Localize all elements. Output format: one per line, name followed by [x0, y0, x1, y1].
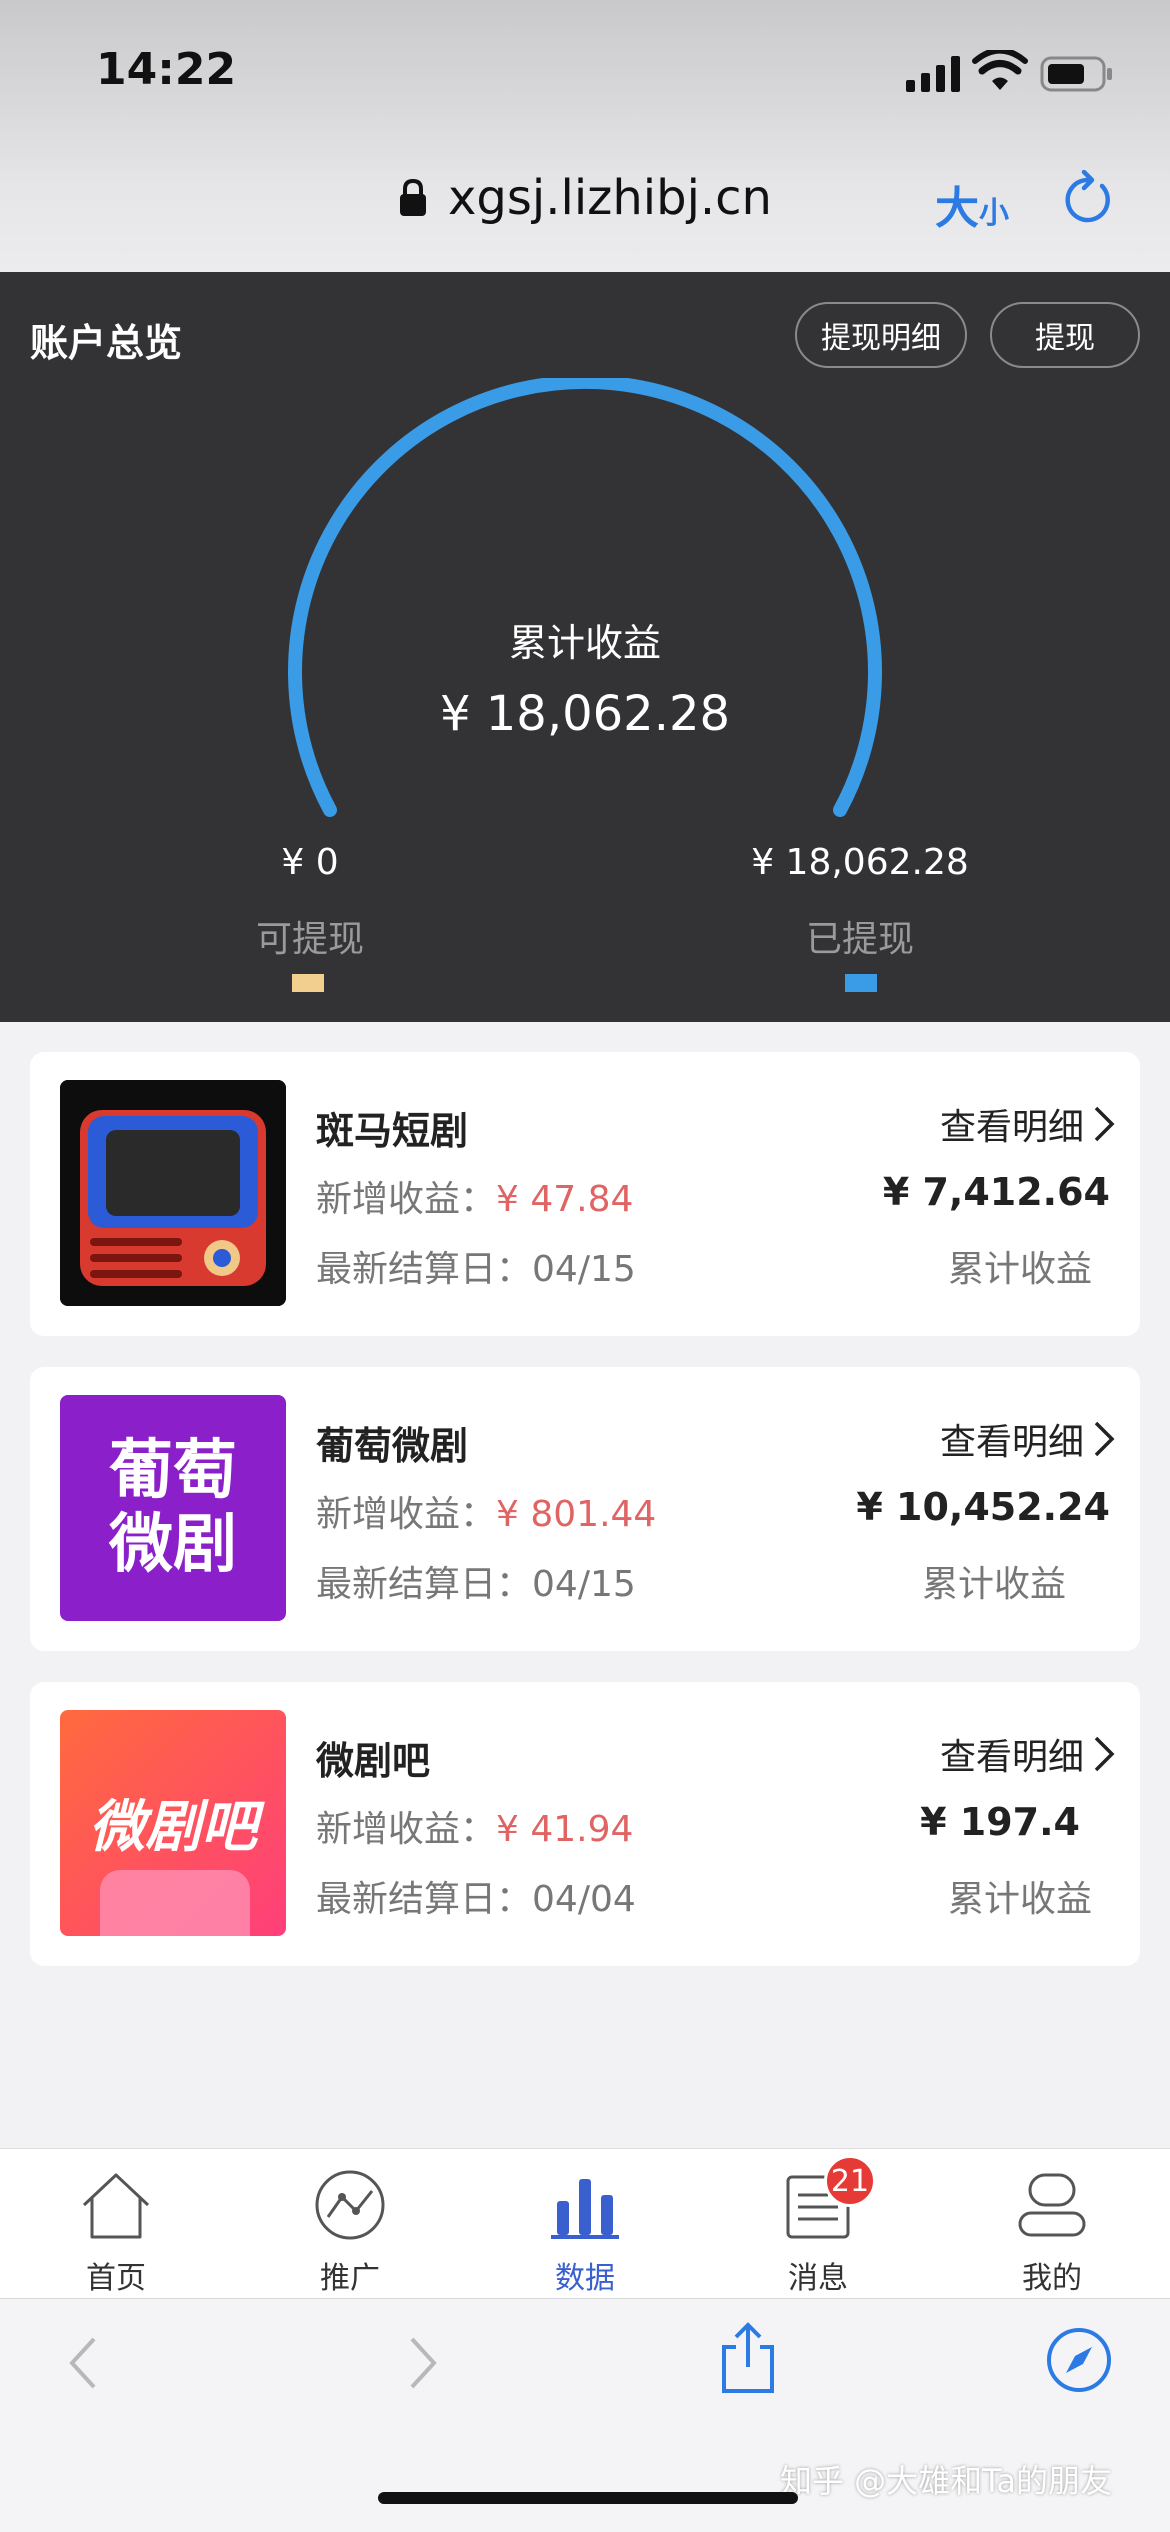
compass-icon[interactable]: [1046, 2327, 1112, 2393]
tab-label: 我的: [1022, 2261, 1082, 2296]
available-legend-swatch: [292, 974, 324, 992]
tab-profile[interactable]: 我的: [972, 2149, 1132, 2299]
chevron-right-icon: [1094, 1106, 1115, 1142]
grape-icon-text-1: 葡萄: [109, 1434, 237, 1508]
view-detail-link[interactable]: 查看明细: [940, 1728, 1084, 1780]
home-icon: [82, 2173, 150, 2239]
app-card-grape[interactable]: 葡萄 微剧 葡萄微剧 新增收益：¥ 801.44 最新结算日：04/15 查看明…: [30, 1367, 1140, 1651]
text-size-button[interactable]: 大小: [935, 172, 1009, 236]
new-earnings-value: ¥ 41.94: [496, 1809, 634, 1850]
reload-icon[interactable]: [1062, 170, 1114, 224]
cumulative-earnings-label: 累计收益: [508, 621, 661, 665]
weijuba-app-icon: 微剧吧: [60, 1710, 286, 1936]
withdrawn-label: 已提现: [805, 919, 914, 960]
withdrawn-legend-swatch: [845, 974, 877, 992]
tab-home[interactable]: 首页: [36, 2149, 196, 2299]
app-name: 葡萄微剧: [316, 1424, 469, 1468]
wifi-icon: [972, 50, 1028, 90]
watermark-text: 知乎 @大雄和Ta的朋友: [780, 2462, 1113, 2500]
cellular-signal-icon: [906, 56, 960, 92]
weijuba-icon-text: 微剧吧: [89, 1795, 257, 1860]
tab-data[interactable]: 数据: [505, 2149, 665, 2299]
bar-chart-icon: [551, 2179, 619, 2239]
address-bar-url[interactable]: xgsj.lizhibj.cn: [448, 170, 772, 226]
status-time: 14:22: [96, 44, 237, 95]
settlement-date: 最新结算日：04/04: [316, 1870, 636, 1922]
cumulative-total: ¥ 10,452.24: [856, 1485, 1110, 1529]
tab-messages[interactable]: 21 消息: [738, 2149, 898, 2299]
text-size-large: 大: [935, 183, 979, 234]
new-earnings-value: ¥ 801.44: [496, 1494, 657, 1535]
profile-icon: [1018, 2173, 1086, 2237]
app-name: 斑马短剧: [316, 1109, 469, 1153]
grape-app-icon: 葡萄 微剧: [60, 1395, 286, 1621]
available-amount: ¥ 0: [281, 842, 339, 883]
share-icon[interactable]: [718, 2321, 778, 2395]
new-earnings-value: ¥ 47.84: [496, 1179, 634, 1220]
new-earnings: 新增收益：¥ 47.84: [316, 1170, 633, 1222]
app-name: 微剧吧: [316, 1739, 431, 1783]
cumulative-earnings-value: ¥ 18,062.28: [439, 686, 731, 742]
cumulative-total-label: 累计收益: [947, 1879, 1092, 1920]
settlement-date-label: 最新结算日：: [316, 1564, 533, 1605]
new-earnings-label: 新增收益：: [316, 1179, 497, 1220]
lock-icon: [400, 178, 426, 216]
tab-label: 推广: [320, 2261, 380, 2296]
view-detail-link[interactable]: 查看明细: [940, 1098, 1084, 1150]
overview-title: 账户总览: [30, 321, 183, 365]
earnings-gauge: [288, 378, 882, 817]
new-earnings-label: 新增收益：: [316, 1494, 497, 1535]
back-icon[interactable]: [68, 2335, 98, 2391]
new-earnings: 新增收益：¥ 41.94: [316, 1800, 633, 1852]
home-indicator: [378, 2492, 798, 2504]
bottom-tab-bar: 首页 推广 数据 21 消息 我的: [0, 2148, 1170, 2298]
chevron-right-icon: [1094, 1736, 1115, 1772]
view-detail-link[interactable]: 查看明细: [940, 1413, 1084, 1465]
settlement-date-value: 04/15: [532, 1564, 636, 1605]
gauge-arc: [288, 378, 882, 817]
settlement-date-value: 04/04: [532, 1879, 636, 1920]
app-card-zebra[interactable]: 斑马短剧 新增收益：¥ 47.84 最新结算日：04/15 查看明细 ¥ 7,4…: [30, 1052, 1140, 1336]
settlement-date: 最新结算日：04/15: [316, 1240, 636, 1292]
new-earnings: 新增收益：¥ 801.44: [316, 1485, 656, 1537]
withdraw-detail-button[interactable]: 提现明细: [795, 302, 967, 368]
promote-icon: [315, 2170, 385, 2240]
chevron-right-icon: [1094, 1421, 1115, 1457]
withdrawn-amount: ¥ 18,062.28: [751, 842, 969, 883]
new-earnings-label: 新增收益：: [316, 1809, 497, 1850]
settlement-date-label: 最新结算日：: [316, 1879, 533, 1920]
tab-label: 数据: [555, 2261, 615, 2296]
settlement-date-value: 04/15: [532, 1249, 636, 1290]
cumulative-total-label: 累计收益: [947, 1249, 1092, 1290]
settlement-date-label: 最新结算日：: [316, 1249, 533, 1290]
withdraw-button[interactable]: 提现: [990, 302, 1140, 368]
cumulative-total-label: 累计收益: [921, 1564, 1066, 1605]
forward-icon[interactable]: [408, 2335, 438, 2391]
tv-icon: [60, 1080, 286, 1306]
tab-label: 消息: [788, 2261, 848, 2296]
tab-promote[interactable]: 推广: [270, 2149, 430, 2299]
message-badge: 21: [824, 2155, 876, 2207]
grape-icon-text-2: 微剧: [109, 1508, 237, 1582]
settlement-date: 最新结算日：04/15: [316, 1555, 636, 1607]
cumulative-total: ¥ 7,412.64: [882, 1170, 1110, 1214]
battery-icon: [1040, 56, 1112, 92]
available-label: 可提现: [255, 919, 364, 960]
cumulative-total: ¥ 197.4: [920, 1800, 1080, 1844]
tab-label: 首页: [86, 2261, 146, 2296]
text-size-small: 小: [979, 196, 1009, 231]
app-card-weijuba[interactable]: 微剧吧 微剧吧 新增收益：¥ 41.94 最新结算日：04/04 查看明细 ¥ …: [30, 1682, 1140, 1966]
